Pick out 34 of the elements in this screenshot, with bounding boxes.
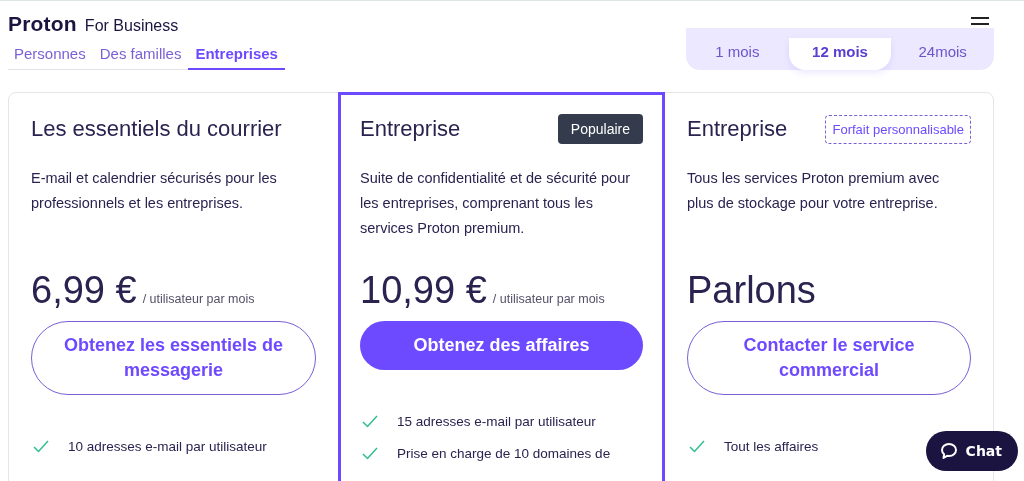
period-option[interactable]: 12 mois	[788, 38, 892, 70]
plan-description: E-mail et calendrier sécurisés pour les professionnels et les entreprises.	[31, 169, 278, 213]
audience-tab[interactable]: Entreprises	[188, 45, 285, 70]
plan-description: Tous les services Proton premium avec plus de stockage pour votre entreprise.	[687, 169, 941, 213]
plan-title: Entreprise	[360, 116, 461, 142]
plan-price: Parlons	[687, 269, 816, 312]
check-icon	[362, 415, 378, 428]
plan-badge: Forfait personnalisable	[825, 114, 971, 144]
plan-button[interactable]: Obtenez les essentiels de messagerie	[31, 321, 316, 395]
feature-text: 10 adresses e-mail par utilisateur	[68, 439, 267, 454]
plan-button[interactable]: Obtenez des affaires	[360, 321, 643, 370]
price-unit: / utilisateur par mois	[142, 292, 255, 306]
feature-text: 15 adresses e-mail par utilisateur	[397, 414, 596, 429]
chat-button[interactable]: Chat	[925, 431, 1018, 471]
price-unit: / utilisateur par mois	[492, 292, 605, 306]
brand-logo[interactable]: Proton	[8, 12, 77, 36]
period-option[interactable]: 24mois	[891, 38, 994, 70]
plan-price: 10,99 €	[360, 269, 487, 312]
plan-price: 6,99 €	[31, 269, 137, 312]
plan-button[interactable]: Contacter le service commercial	[687, 321, 971, 395]
audience-tab[interactable]: Personnes	[8, 45, 93, 70]
product-name: For Business	[84, 17, 179, 35]
period-option[interactable]: 1 mois	[686, 38, 789, 70]
plan-description: Suite de confidentialité et de sécurité pour les entreprises, comprenant tous les services Proton premium.	[360, 169, 632, 238]
plan-badge: Populaire	[557, 114, 643, 144]
check-icon	[33, 440, 49, 453]
check-icon	[362, 447, 378, 460]
feature-text: Tout les affaires	[724, 439, 819, 454]
chat-bubble-icon	[939, 442, 958, 460]
feature-text: Prise en charge de 10 domaines de	[397, 446, 611, 461]
audience-tab[interactable]: Des familles	[92, 45, 189, 70]
check-icon	[689, 440, 705, 453]
plan-title: Les essentiels du courrier	[31, 116, 282, 142]
plan-title: Entreprise	[687, 116, 788, 142]
